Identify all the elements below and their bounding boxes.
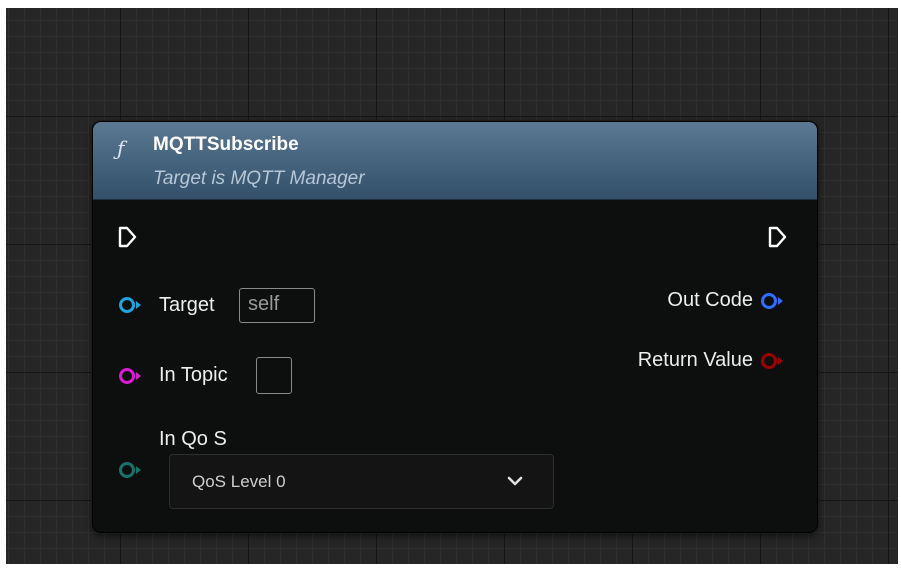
function-icon: ƒ xyxy=(117,136,125,160)
node-title: MQTTSubscribe xyxy=(153,134,299,155)
out-code-label: Out Code xyxy=(667,289,753,311)
node-subtitle: Target is MQTT Manager xyxy=(153,168,365,189)
target-pin-icon[interactable] xyxy=(118,295,144,315)
target-default-value: self xyxy=(248,293,280,315)
return-value-pin-icon[interactable] xyxy=(760,351,786,371)
qos-dropdown[interactable]: QoS Level 0 xyxy=(169,454,554,509)
in-topic-input[interactable] xyxy=(256,357,292,394)
exec-in-pin[interactable] xyxy=(117,225,139,249)
exec-out-pin[interactable] xyxy=(767,225,789,249)
chevron-down-icon xyxy=(507,476,523,486)
in-qos-pin-icon[interactable] xyxy=(118,460,144,480)
qos-selected-value: QoS Level 0 xyxy=(192,472,286,491)
target-default-field[interactable]: self xyxy=(239,288,315,323)
node-header[interactable]: ƒ MQTTSubscribe Target is MQTT Manager xyxy=(93,122,817,200)
in-topic-label: In Topic xyxy=(159,364,228,386)
out-code-pin-icon[interactable] xyxy=(760,291,786,311)
target-label: Target xyxy=(159,294,215,316)
return-value-label: Return Value xyxy=(637,349,753,371)
blueprint-graph-canvas[interactable]: ƒ MQTTSubscribe Target is MQTT Manager T… xyxy=(6,8,898,564)
mqtt-subscribe-node[interactable]: ƒ MQTTSubscribe Target is MQTT Manager T… xyxy=(92,121,818,533)
in-topic-pin-icon[interactable] xyxy=(118,366,144,386)
in-qos-label: In Qo S xyxy=(159,428,227,450)
